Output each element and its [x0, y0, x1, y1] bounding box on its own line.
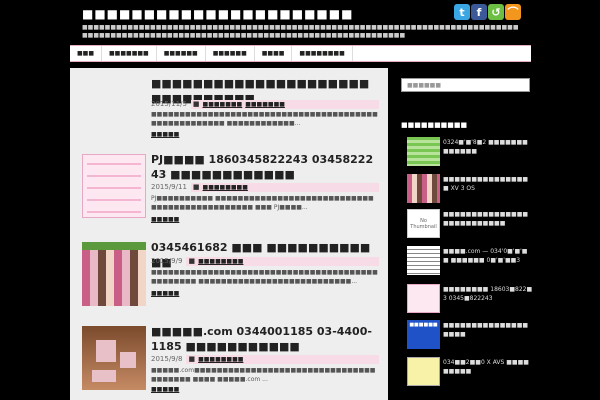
nav-item-5[interactable]: ■■■■	[255, 46, 293, 61]
sidebar-thumbnail[interactable]: ■■■■■■	[407, 320, 440, 349]
folder-icon: ■	[192, 183, 200, 191]
sidebar-post[interactable]: No Thumbnail ■■■■■■■■■■■■■■■■■■■■■■■■■■	[407, 209, 531, 239]
post-excerpt: PJ■■■■■■■■■■ ■■■■■■■■■■■■■■■■■■■■■■■■■■■…	[151, 195, 374, 211]
nav-item-3[interactable]: ■■■■■■	[157, 46, 206, 61]
main-content: ■■■■■■■■■■■■■■■■■■■■■■■■■■■■■■■ 2015/11/…	[70, 68, 388, 400]
sidebar-post[interactable]: 034■■2■■0 X AVS ■■■■■■■■■	[407, 357, 531, 387]
post-thumbnail[interactable]	[82, 326, 146, 390]
rss-icon[interactable]: ⌒	[505, 4, 521, 20]
twitter-icon[interactable]: t	[454, 4, 470, 20]
site-title[interactable]: ■■■■■■■■■■■■■■■■■■■■■■	[82, 5, 382, 23]
folder-icon: ■	[188, 257, 196, 265]
read-more-link[interactable]: ■■■■■	[151, 131, 179, 138]
sidebar-post-title[interactable]: 0324■'■'8■2 ■■■■■■■■■■■■■	[443, 138, 533, 165]
category-bar: ■ ■■■■■■■■	[186, 256, 379, 266]
nav-item-2[interactable]: ■■■■■■■	[102, 46, 157, 61]
nav-item-home[interactable]: ■■■	[70, 46, 103, 61]
post-date: 2015/9/9	[151, 257, 183, 265]
sidebar-post-title[interactable]: ■■■■.com — 034'0■'■'■■ ■■■■■■ 0■'■'■■3	[443, 247, 533, 274]
category-bar: ■ ■■■■■■■ ■■■■■■■	[190, 99, 379, 109]
post-date: 2015/9/8	[151, 355, 183, 363]
category-link[interactable]: ■■■■■■■■	[203, 184, 248, 191]
no-thumbnail-placeholder[interactable]: No Thumbnail	[407, 209, 440, 238]
sidebar-post[interactable]: 0324■'■'8■2 ■■■■■■■■■■■■■	[407, 137, 531, 167]
sidebar-post-title[interactable]: ■■■■■■■■ 18603■822■3 0345■822243	[443, 285, 533, 312]
post-title[interactable]: ■■■■■.com 0344001185 03-4400-1185 ■■■■■■…	[151, 324, 379, 354]
read-more-link[interactable]: ■■■■■	[151, 386, 179, 393]
post-excerpt: ■■■■■■■■■■■■■■■■■■■■■■■■■■■■■■■■■■■■■■■■…	[151, 111, 378, 127]
post-date: 2015/9/11	[151, 183, 187, 191]
folder-icon: ■	[188, 355, 196, 363]
post-date: 2015/11/5	[151, 100, 187, 108]
post-title[interactable]: PJ■■■■ 1860345822243 0345822243 ■■■■■■■■…	[151, 152, 379, 182]
social-links: t f ↺ ⌒	[454, 4, 521, 20]
sidebar-thumbnail[interactable]	[407, 357, 440, 386]
category-bar: ■ ■■■■■■■■	[186, 354, 379, 364]
post-excerpt: ■■■■■.com■■■■■■■■■■■■■■■■■■■■■■■■■■■■■■■…	[151, 367, 376, 383]
sidebar-post-title[interactable]: ■■■■■■■■■■■■■■■■■■■	[443, 321, 533, 348]
read-more-link[interactable]: ■■■■■	[151, 216, 179, 223]
feedly-icon[interactable]: ↺	[488, 4, 504, 20]
sidebar-thumbnail[interactable]	[407, 284, 440, 313]
facebook-icon[interactable]: f	[471, 4, 487, 20]
sidebar-post[interactable]: ■■■■■■■■■■■■■■■■ XV 3 OS	[407, 174, 531, 204]
post-meta: 2015/9/9 ■ ■■■■■■■■	[151, 256, 379, 266]
sidebar-thumbnail[interactable]	[407, 137, 440, 166]
nav-item-6[interactable]: ■■■■■■■■	[292, 46, 353, 61]
post-meta: 2015/11/5 ■ ■■■■■■■ ■■■■■■■	[151, 99, 379, 109]
sidebar-post-title[interactable]: ■■■■■■■■■■■■■■■■■■■■■■■■■■	[443, 210, 533, 237]
post-thumbnail[interactable]	[82, 242, 146, 306]
sidebar-post[interactable]: ■■■■.com — 034'0■'■'■■ ■■■■■■ 0■'■'■■3	[407, 246, 531, 276]
category-link[interactable]: ■■■■■■■■	[198, 258, 243, 265]
post-excerpt: ■■■■■■■■■■■■■■■■■■■■■■■■■■■■■■■■■■■■■■■■…	[151, 269, 378, 285]
category-bar: ■ ■■■■■■■■	[190, 182, 379, 192]
nav-item-4[interactable]: ■■■■■■	[206, 46, 255, 61]
sidebar-heading: ■■■■■■■■■■	[401, 121, 468, 129]
sidebar-thumbnail[interactable]	[407, 174, 440, 203]
sidebar-post-title[interactable]: 034■■2■■0 X AVS ■■■■■■■■■	[443, 358, 533, 385]
sidebar-post-title[interactable]: ■■■■■■■■■■■■■■■■ XV 3 OS	[443, 175, 533, 202]
sidebar-thumbnail[interactable]	[407, 246, 440, 275]
sidebar-post[interactable]: ■■■■■■ ■■■■■■■■■■■■■■■■■■■	[407, 320, 531, 350]
sidebar-post[interactable]: ■■■■■■■■ 18603■822■3 0345■822243	[407, 284, 533, 314]
post-meta: 2015/9/11 ■ ■■■■■■■■	[151, 182, 379, 192]
read-more-link[interactable]: ■■■■■	[151, 290, 179, 297]
site-tagline: ■■■■■■■■■■■■■■■■■■■■■■■■■■■■■■■■■■■■■■■■…	[82, 24, 519, 39]
post-thumbnail[interactable]	[82, 154, 146, 218]
main-nav: ■■■ ■■■■■■■ ■■■■■■ ■■■■■■ ■■■■ ■■■■■■■■	[70, 45, 531, 62]
category-link[interactable]: ■■■■■■■	[245, 101, 285, 108]
folder-icon: ■	[192, 100, 200, 108]
category-link[interactable]: ■■■■■■■■	[198, 356, 243, 363]
post-meta: 2015/9/8 ■ ■■■■■■■■	[151, 354, 379, 364]
category-link[interactable]: ■■■■■■■	[203, 101, 243, 108]
search-input[interactable]: ■■■■■■	[401, 78, 530, 92]
